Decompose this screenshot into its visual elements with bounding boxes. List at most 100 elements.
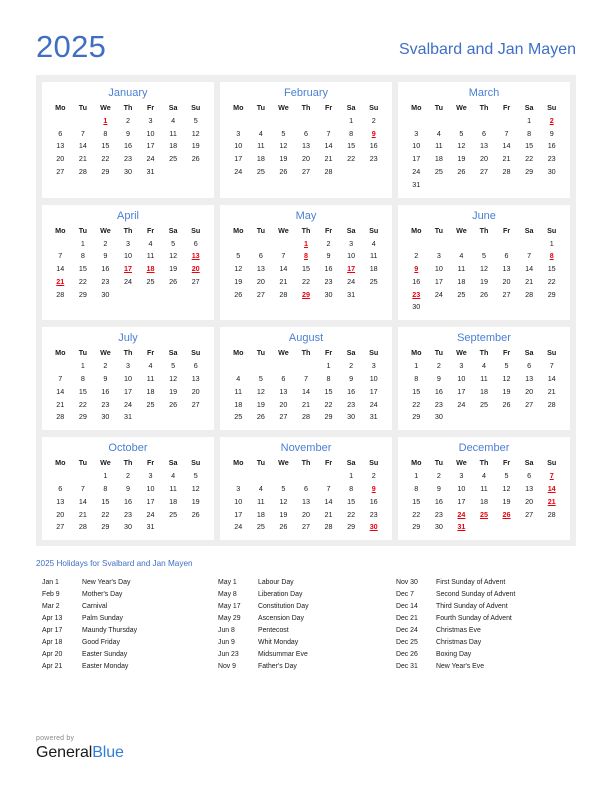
weekday-header-row: Mo Tu We Th Fr Sa Su (49, 226, 207, 237)
holiday-list-item: Apr 18 Good Friday (42, 637, 216, 649)
week-row: 1 2 3 (227, 359, 385, 372)
day-cell: 3 (459, 471, 464, 481)
weekday-header-row: Mo Tu We Th Fr Sa Su (405, 226, 563, 237)
holiday-list-item: Jun 23 Midsummar Eve (218, 649, 396, 661)
page-header: 2025 Svalbard and Jan Mayen (0, 0, 612, 75)
quarter-row-2: April Mo Tu We Th Fr Sa Su 1 2 3 4 5 6 7 8 9 10 11 12 13 14 15… (42, 204, 570, 321)
day-cell: 9 (125, 128, 130, 138)
day-cell: 12 (279, 141, 288, 151)
day-cell: 23 (369, 154, 378, 164)
day-cell: 31 (123, 412, 132, 422)
day-cell: 17 (123, 386, 132, 396)
day-cell: 12 (234, 264, 243, 274)
weekday-header-we: We (278, 348, 289, 358)
day-cell: 6 (504, 251, 509, 261)
holiday-name: Labour Day (258, 579, 294, 587)
day-cell: 30 (324, 289, 333, 299)
holiday-name: Midsummar Eve (258, 651, 308, 659)
weekday-header-sa: Sa (346, 225, 356, 235)
week-row: 16 17 18 19 20 21 22 (405, 275, 563, 288)
weekday-header-tu: Tu (434, 225, 443, 235)
day-cell: 3 (436, 251, 441, 261)
day-cell: 10 (234, 496, 243, 506)
day-cell: 13 (56, 496, 65, 506)
quarter-row-4: October Mo Tu We Th Fr Sa Su 1 2 3 4 5 6 7 8 9 10 11 12 13 14… (42, 437, 570, 541)
weekday-header-we: We (100, 348, 111, 358)
day-cell: 14 (525, 264, 534, 274)
day-cell: 16 (369, 496, 378, 506)
month-card-august: August Mo Tu We Th Fr Sa Su 1 2 3 4 5 6 7 8 9 10 11 12 13 14 1… (220, 327, 392, 431)
day-cell-empty (518, 178, 541, 191)
weekday-header-fr: Fr (502, 348, 511, 358)
weekday-header-th: Th (301, 348, 311, 358)
day-cell: 10 (457, 483, 466, 493)
day-cell-empty (473, 520, 496, 533)
week-row: 12 (405, 114, 563, 127)
holiday-name: Christmas Day (436, 639, 482, 647)
day-cell: 11 (457, 264, 466, 274)
day-cell-empty (495, 411, 518, 424)
week-row: 17 18 19 20 21 22 23 (405, 152, 563, 165)
week-row: 20 21 22 23 24 25 26 (49, 152, 207, 165)
weekday-header-sa: Sa (346, 103, 356, 112)
day-cell: 19 (191, 141, 200, 151)
brand-general: General (36, 744, 93, 761)
weekday-header-su: Su (547, 225, 557, 235)
day-cell: 29 (78, 289, 87, 299)
day-cell: 15 (101, 496, 110, 506)
weekday-header-tu: Tu (256, 103, 265, 112)
day-cell: 9 (549, 128, 554, 138)
week-row: 25 26 27 28 29 30 31 (227, 411, 385, 424)
day-cell: 31 (347, 289, 356, 299)
month-name: November (280, 442, 332, 455)
weekday-header-th: Th (479, 458, 489, 468)
day-cell: 28 (547, 509, 556, 519)
day-cell: 20 (279, 399, 288, 409)
weekday-header-we: We (278, 225, 289, 235)
holidays-column-1: Jan 1 New Year's Day Feb 9 Mother's Day Mar … (36, 577, 216, 673)
day-cell: 5 (258, 374, 263, 384)
day-cell-empty (250, 237, 273, 250)
week-row: 22 23 24 25 26 27 28 (405, 398, 563, 411)
month-table: Mo Tu We Th Fr Sa Su 1 2 3 4 5 6 7 8 9 10 11 12 13 14 15 16 17 1… (227, 103, 385, 178)
weekday-header-fr: Fr (146, 348, 155, 358)
day-cell: 25 (256, 522, 265, 532)
day-cell: 4 (258, 483, 263, 493)
day-cell: 11 (369, 251, 378, 261)
day-cell: 24 (234, 167, 243, 177)
day-cell-empty (227, 114, 250, 127)
day-cell-empty (250, 359, 273, 372)
day-cell: 1 (80, 361, 85, 371)
day-cell: 5 (236, 251, 241, 261)
holiday-list-item: Dec 24 Christmas Eve (396, 625, 576, 637)
day-cell-empty (405, 114, 428, 127)
day-cell: 23 (369, 509, 378, 519)
day-cell: 26 (457, 167, 466, 177)
calendar-grid: January Mo Tu We Th Fr Sa Su 1 2 3 4 5 6 7 8 9 10 11 12 13 14… (36, 75, 576, 547)
day-cell: 1 (349, 115, 354, 125)
weekday-header-sa: Sa (524, 225, 534, 235)
day-cell-empty (473, 178, 496, 191)
day-cell: 21 (324, 154, 333, 164)
day-cell-holiday: 9 (371, 128, 376, 138)
week-row: 1 2 3 4 5 (49, 114, 207, 127)
day-cell: 18 (479, 386, 488, 396)
day-cell: 20 (191, 386, 200, 396)
day-cell-empty (272, 237, 295, 250)
day-cell: 3 (236, 483, 241, 493)
week-row: 8 9 10 11 12 13 14 (405, 372, 563, 385)
holidays-column-2: May 1 Labour Day May 8 Liberation Day May 17… (216, 577, 396, 673)
day-cell: 13 (191, 374, 200, 384)
day-cell: 26 (191, 509, 200, 519)
day-cell: 16 (101, 264, 110, 274)
day-cell-empty (72, 114, 95, 127)
day-cell: 8 (349, 483, 354, 493)
holiday-name: Good Friday (82, 639, 120, 647)
day-cell: 19 (169, 386, 178, 396)
day-cell: 22 (78, 399, 87, 409)
day-cell: 2 (326, 238, 331, 248)
day-cell: 11 (146, 251, 155, 261)
day-cell: 4 (171, 115, 176, 125)
day-cell: 13 (279, 386, 288, 396)
weekday-header-row: Mo Tu We Th Fr Sa Su (227, 103, 385, 114)
